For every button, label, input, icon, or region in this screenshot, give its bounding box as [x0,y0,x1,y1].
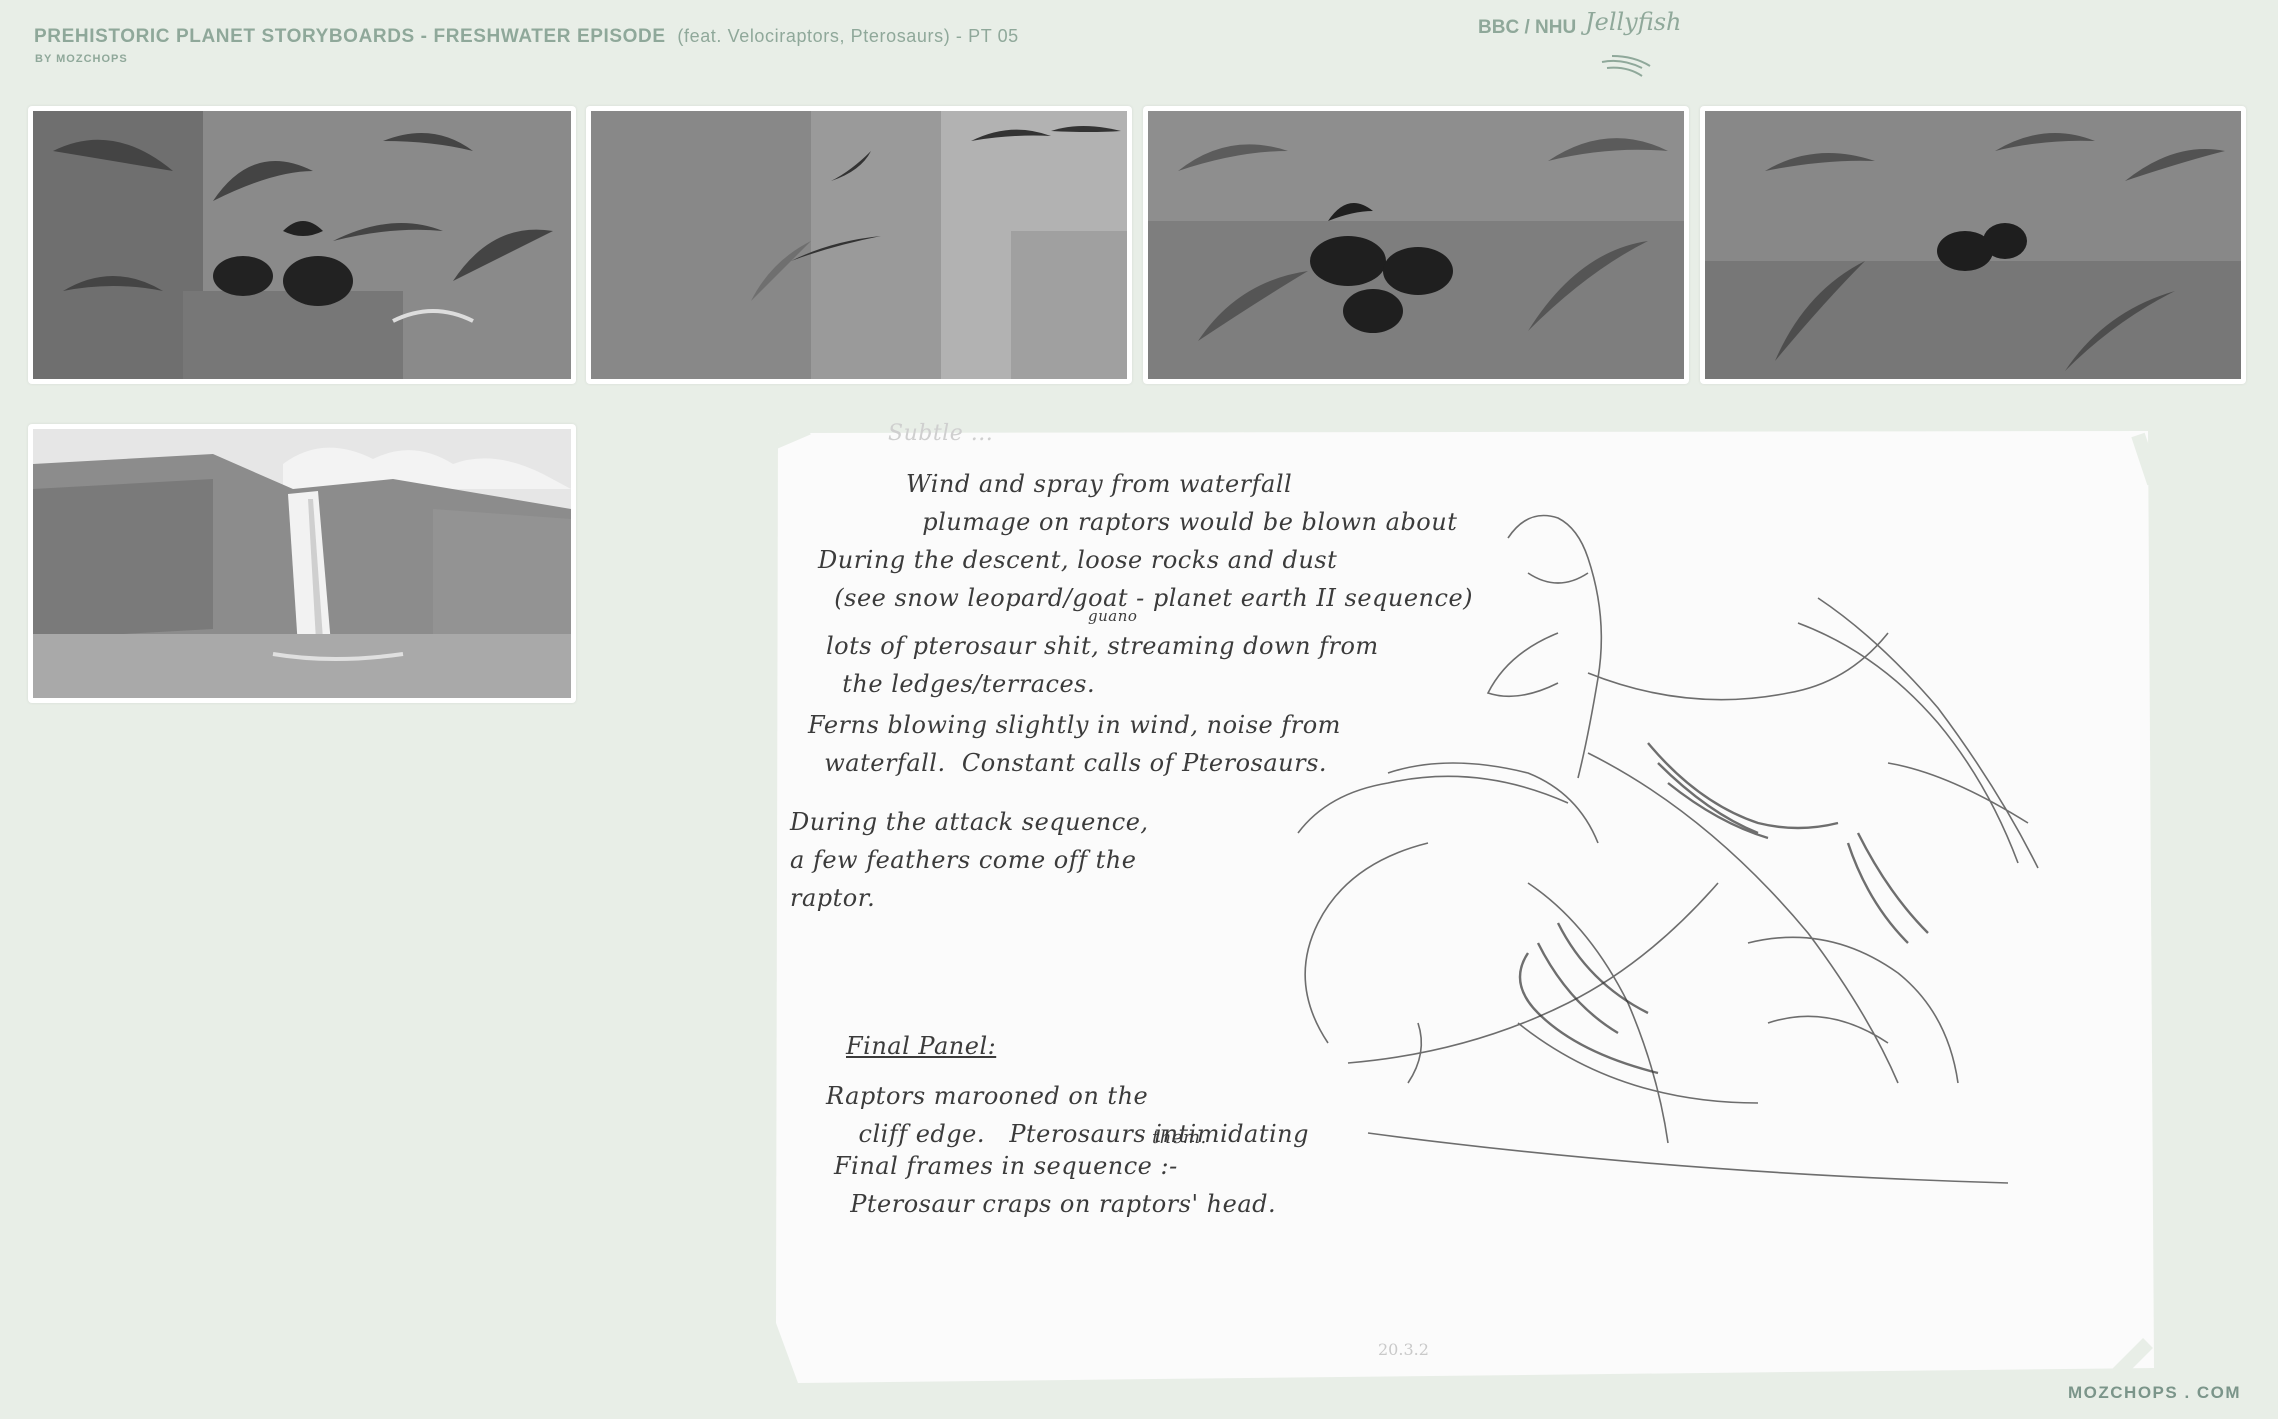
note-pterosaur-ledges: lots of pterosaur shit, streaming down f… [826,632,1379,698]
note-them-label: them. [1152,1127,1207,1148]
storyboard-frame-4 [1700,106,2246,384]
note-final-frames: Final frames in sequence :- Pterosaur cr… [834,1152,1277,1218]
title-subtitle: (feat. Velociraptors, Pterosaurs) - PT 0… [677,26,1019,46]
client-label: BBC / NHU [1478,17,1577,38]
note-wind-spray: Wind and spray from waterfall plumage on… [906,470,1458,536]
storyboard-frame-1 [28,106,576,384]
note-faint-heading: Subtle ... [888,421,994,446]
storyboard-title: PREHISTORIC PLANET STORYBOARDS - FRESHWA… [34,26,1019,48]
note-ferns: Ferns blowing slightly in wind, noise fr… [808,711,1341,777]
storyboard-frame-2 [586,106,1132,384]
note-descent: During the descent, loose rocks and dust… [818,546,1474,612]
title-text: PREHISTORIC PLANET STORYBOARDS - FRESHWA… [34,26,666,47]
note-final-panel-heading: Final Panel: [846,1032,997,1060]
sketch-notes-card: 20.3.2 Subtle ... Wind and spray from wa… [768,421,2154,1388]
footer-website: MOZCHOPS . COM [2068,1383,2242,1402]
note-raptors-marooned: Raptors marooned on the cliff edge. Pter… [826,1082,1309,1148]
jellyfish-icon [1601,55,1651,77]
byline: BY MOZCHOPS [35,53,128,65]
note-guano-label: guano [1088,607,1138,625]
storyboard-frame-5 [28,424,576,703]
signature: 20.3.2 [1378,1340,1429,1359]
storyboard-frame-3 [1143,106,1689,384]
note-attack-sequence: During the attack sequence, a few feathe… [790,808,1149,912]
